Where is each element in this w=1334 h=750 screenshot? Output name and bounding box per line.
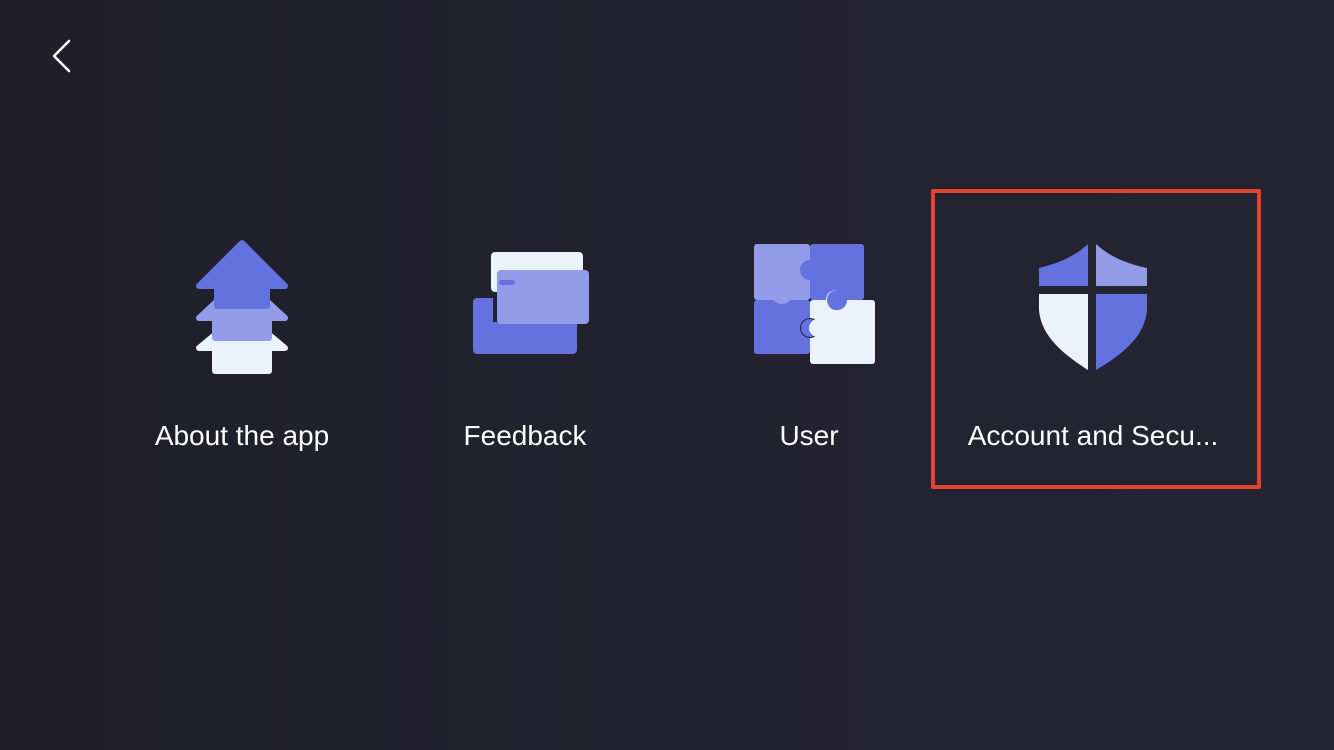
about-app-label: About the app <box>154 420 330 451</box>
feedback-tile[interactable]: Feedback <box>383 222 667 482</box>
account-security-tile[interactable]: Account and Secu... <box>951 222 1235 482</box>
layered-tree-icon <box>196 240 288 374</box>
account-security-label: Account and Secu... <box>967 420 1219 451</box>
about-app-tile[interactable]: About the app <box>100 222 384 482</box>
puzzle-icon <box>754 244 875 364</box>
user-icon-wrap <box>667 236 951 376</box>
shield-icon <box>1039 244 1147 370</box>
settings-grid: About the app Feedback User Account and … <box>0 0 1334 750</box>
user-label: User <box>779 420 839 451</box>
feedback-label: Feedback <box>463 420 587 451</box>
inbox-tray-icon <box>473 252 589 354</box>
user-tile[interactable]: User <box>667 222 951 482</box>
feedback-icon-wrap <box>383 236 667 376</box>
account-security-icon-wrap <box>951 236 1235 376</box>
about-app-icon-wrap <box>100 236 384 376</box>
